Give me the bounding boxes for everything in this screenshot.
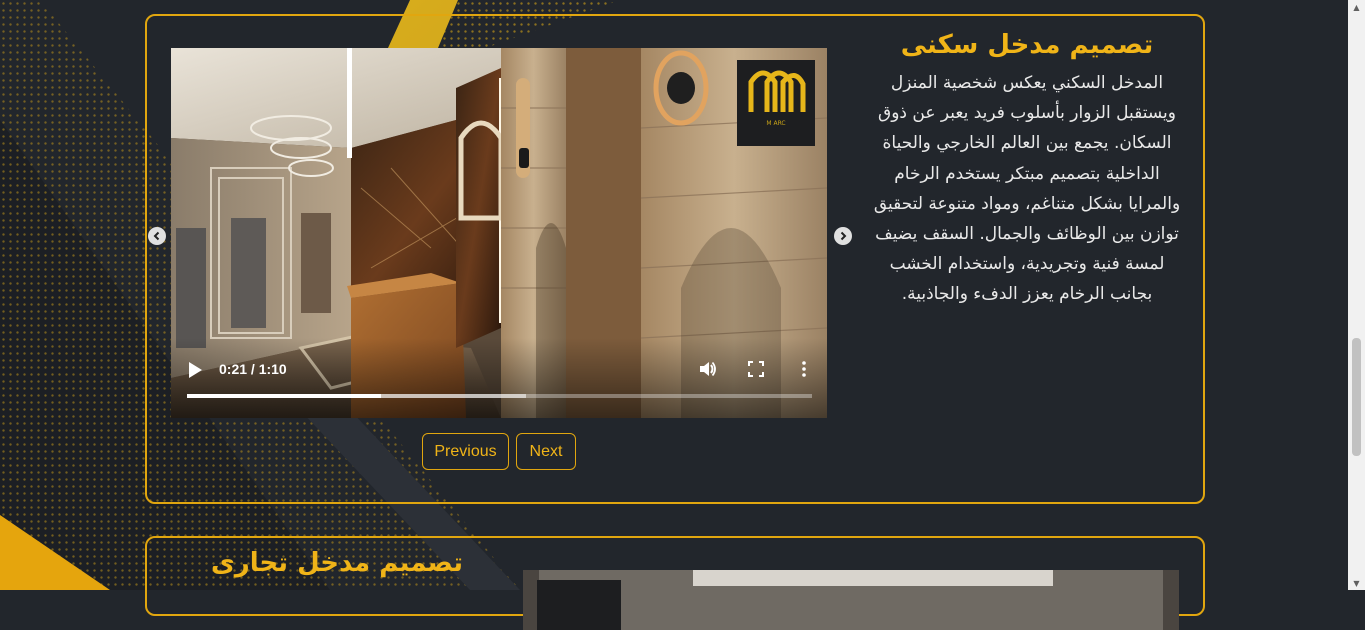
media-frame	[523, 570, 1179, 630]
video-progress-fill	[187, 394, 381, 398]
next-button[interactable]: Next	[516, 433, 576, 470]
fullscreen-icon[interactable]	[747, 360, 765, 378]
section-description: المدخل السكني يعكس شخصية المنزل ويستقبل …	[873, 73, 1181, 305]
logo-mark	[748, 70, 806, 112]
play-icon[interactable]	[187, 361, 203, 379]
video-player[interactable]: M ARC 0:21 / 1:10	[171, 48, 827, 418]
carousel-prev-arrow[interactable]	[148, 227, 166, 245]
more-options-icon[interactable]	[795, 360, 813, 378]
logo-text: M ARC	[766, 120, 786, 127]
chevron-right-icon	[840, 231, 847, 241]
commercial-entrance-card: تصميم مدخل تجارى	[145, 536, 1205, 630]
chevron-left-icon	[153, 231, 160, 241]
scroll-up-icon[interactable]: ▲	[1352, 4, 1361, 12]
page-scrollbar[interactable]: ▲ ▼	[1348, 0, 1365, 590]
residential-entrance-card: تصميم مدخل سكنى المدخل السكني يعكس شخصية…	[145, 14, 1205, 504]
carousel-next-arrow[interactable]	[834, 227, 852, 245]
video-controls-overlay	[171, 338, 827, 418]
commercial-entrance-media[interactable]	[523, 570, 1179, 630]
previous-button[interactable]: Previous	[422, 433, 509, 470]
scrollbar-thumb[interactable]	[1352, 338, 1361, 456]
section-title: تصميم مدخل سكنى	[900, 30, 1154, 60]
section-title: تصميم مدخل تجارى	[210, 548, 464, 578]
video-progress-bar[interactable]	[187, 394, 812, 398]
video-time-display: 0:21 / 1:10	[219, 361, 287, 377]
brand-logo: M ARC	[737, 60, 815, 146]
volume-icon[interactable]	[699, 360, 717, 378]
scroll-down-icon[interactable]: ▼	[1352, 580, 1361, 588]
